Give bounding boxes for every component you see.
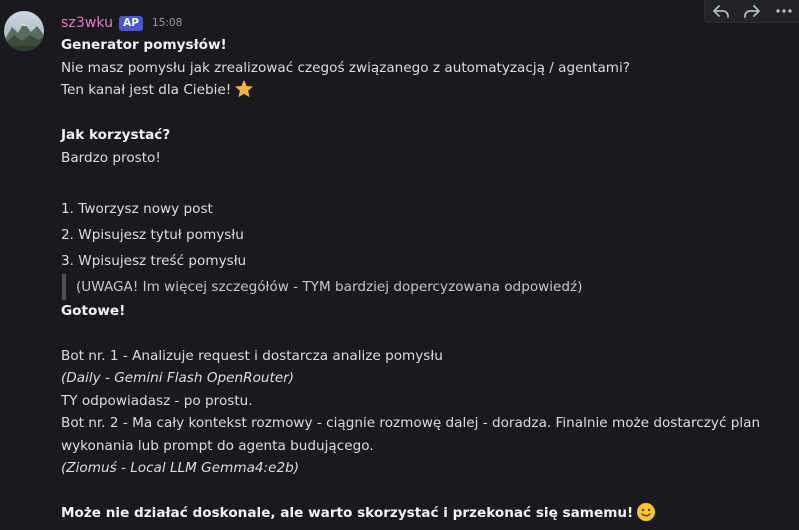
- message-line-2-text: Ten kanał jest dla Ciebie!: [61, 82, 232, 98]
- step-item: 1. Tworzysz nowy post: [61, 200, 213, 217]
- bot-2-text-continued: wykonania lub prompt do agenta budująceg…: [61, 437, 374, 454]
- reply-button[interactable]: [709, 1, 733, 21]
- star-emoji-icon: [234, 79, 254, 107]
- step-item: 2. Wpisujesz tytuł pomysłu: [61, 226, 244, 243]
- message-toolbar: [704, 0, 799, 23]
- final-text: Może nie działać doskonale, ale warto sk…: [61, 505, 634, 521]
- message-title: Generator pomysłów!: [61, 37, 227, 53]
- you-answer-text: TY odpowiadasz - po prostu.: [61, 392, 253, 409]
- mountain-landscape-avatar-icon: [4, 11, 44, 51]
- more-button[interactable]: [772, 1, 796, 21]
- message-header: sz3wku AP 15:08: [61, 13, 182, 33]
- bot-2-model: (Ziomuś - Local LLM Gemma4:e2b): [61, 460, 300, 476]
- step-item: 3. Wpisujesz treść pomysłu: [61, 252, 247, 269]
- message-content: Generator pomysłów! Nie masz pomysłu jak…: [61, 34, 791, 525]
- role-tag[interactable]: AP: [119, 15, 143, 31]
- forward-icon: [744, 5, 761, 18]
- user-avatar[interactable]: [4, 11, 44, 51]
- bot-2-text: Bot nr. 2 - Ma cały kontekst rozmowy - c…: [61, 415, 761, 431]
- message-line-2: Ten kanał jest dla Ciebie!: [61, 79, 791, 102]
- bot-1-model: (Daily - Gemini Flash OpenRouter): [61, 370, 295, 386]
- bot-1-text: Bot nr. 1 - Analizuje request i dostarcz…: [61, 347, 443, 364]
- blockquote-note: (UWAGA! Im więcej szczegółów - TYM bardz…: [62, 273, 791, 300]
- ready-text: Gotowe!: [61, 302, 126, 319]
- how-to-text: Bardzo prosto!: [61, 149, 161, 166]
- slightly-smiling-face-emoji-icon: [636, 502, 656, 530]
- steps-list: 1. Tworzysz nowy post 2. Wpisujesz tytuł…: [61, 196, 791, 274]
- reply-icon: [712, 5, 729, 18]
- username[interactable]: sz3wku: [61, 15, 113, 31]
- message-line-1: Nie masz pomysłu jak zrealizować czegoś …: [61, 59, 631, 76]
- how-to-title: Jak korzystać?: [61, 127, 171, 143]
- more-icon: [776, 9, 792, 13]
- timestamp[interactable]: 15:08: [152, 17, 182, 29]
- final-line: Może nie działać doskonale, ale warto sk…: [61, 502, 791, 525]
- chat-message: sz3wku AP 15:08 Generator pomysłów! Nie …: [0, 0, 799, 522]
- forward-button[interactable]: [740, 1, 764, 21]
